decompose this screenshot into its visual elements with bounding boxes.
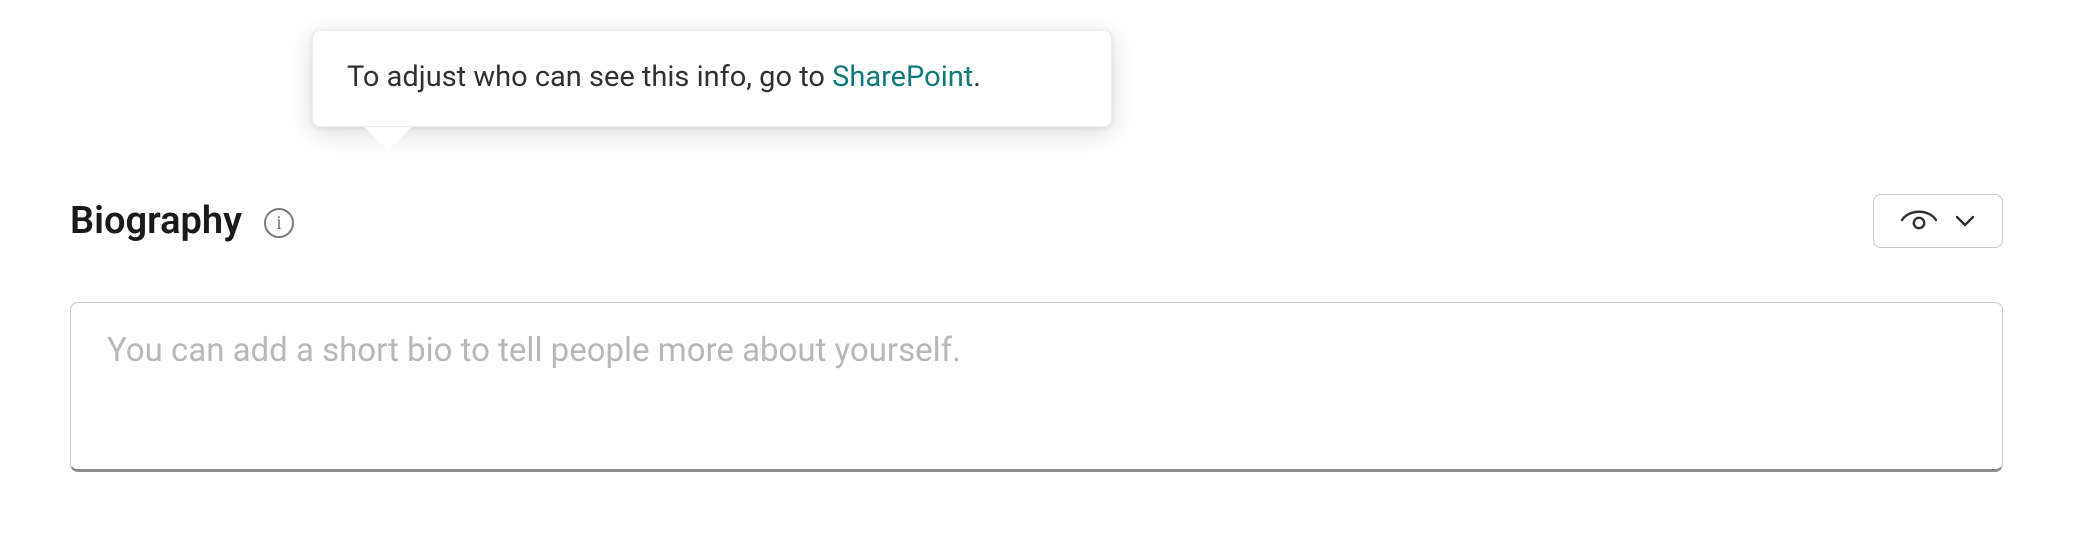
- tooltip-text-prefix: To adjust who can see this info, go to: [347, 60, 832, 94]
- section-title: Biography: [70, 199, 242, 243]
- privacy-info-tooltip: To adjust who can see this info, go to S…: [312, 30, 1112, 127]
- info-icon[interactable]: [264, 208, 294, 238]
- eye-icon: [1899, 201, 1939, 241]
- chevron-down-icon: [1953, 209, 1977, 233]
- sharepoint-link[interactable]: SharePoint: [832, 60, 973, 94]
- tooltip-text-suffix: .: [973, 60, 981, 94]
- biography-section-header: Biography: [70, 196, 2003, 246]
- visibility-dropdown-button[interactable]: [1873, 194, 2003, 248]
- biography-input[interactable]: [70, 302, 2003, 472]
